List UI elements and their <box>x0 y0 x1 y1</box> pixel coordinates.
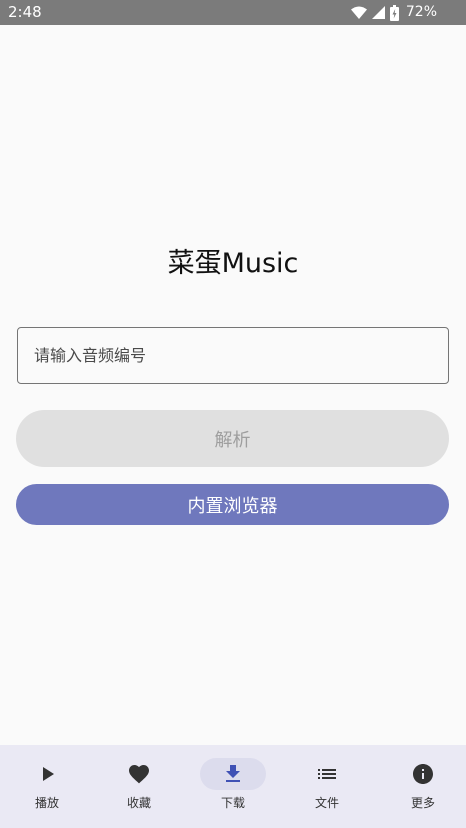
nav-label: 更多 <box>410 796 435 810</box>
nav-item-play[interactable]: 播放 <box>0 745 94 828</box>
status-time: 2:48 <box>8 3 42 21</box>
wifi-icon <box>350 6 367 19</box>
nav-label: 播放 <box>34 796 59 810</box>
battery-charging-icon <box>389 4 399 21</box>
nav-item-more[interactable]: 更多 <box>376 745 466 828</box>
info-icon <box>411 762 435 786</box>
nav-label: 文件 <box>314 796 339 810</box>
battery-percent: 72% <box>405 4 437 20</box>
play-icon <box>35 762 59 786</box>
signal-icon <box>371 6 385 19</box>
nav-item-files[interactable]: 文件 <box>280 745 374 828</box>
app-title: 菜蛋Music <box>167 248 299 279</box>
nav-item-download[interactable]: 下载 <box>186 745 280 828</box>
heart-icon <box>127 762 151 786</box>
nav-label: 下载 <box>220 796 245 810</box>
download-icon <box>221 762 245 786</box>
audio-id-input[interactable] <box>18 328 448 383</box>
status-bar: 2:48 72% <box>0 0 466 25</box>
parse-button[interactable]: 解析 <box>16 410 449 467</box>
list-icon <box>315 762 339 786</box>
audio-id-field[interactable] <box>17 327 449 384</box>
bottom-nav: 播放 收藏 下载 文件 更多 <box>0 745 466 828</box>
nav-item-favorites[interactable]: 收藏 <box>92 745 186 828</box>
status-icons: 72% <box>350 4 437 21</box>
browser-button[interactable]: 内置浏览器 <box>16 484 449 525</box>
nav-label: 收藏 <box>126 796 151 810</box>
